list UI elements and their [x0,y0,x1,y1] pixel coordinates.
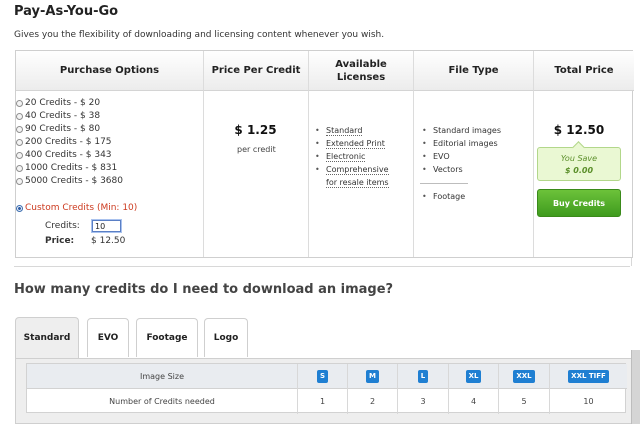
size-cell: L [398,364,449,389]
radio-selected-icon[interactable] [16,204,23,212]
file-type-item: Footage [421,190,465,203]
file-type-divider [420,183,468,184]
option-200-credits[interactable]: 200 Credits - $ 175 [16,136,112,148]
header-available-licenses-line1: Available [335,58,387,70]
size-cell: M [348,364,398,389]
page-subtitle: Gives you the flexibility of downloading… [14,30,385,40]
license-item[interactable]: Electronic [314,150,389,163]
licenses-list: Standard Extended Print Electronic Compr… [314,124,389,189]
credits-section-title: How many credits do I need to download a… [14,282,394,297]
credits-cell: 4 [449,389,499,414]
tab-standard[interactable]: Standard [15,317,79,358]
total-price-value: $ 12.50 [553,123,605,137]
size-cell: XXL TIFF [550,364,627,389]
size-badge-xl: XL [465,370,482,383]
header-available-licenses: Available Licenses [309,51,414,91]
file-types-list: Standard images Editorial images EVO Vec… [421,124,501,176]
option-1000-credits[interactable]: 1000 Credits - $ 831 [16,162,117,174]
radio-icon[interactable] [16,177,23,185]
page-title: Pay-As-You-Go [14,4,119,19]
option-label: 20 Credits - $ 20 [25,98,101,108]
tab-panel-standard: Image Size S M L XL XXL XXL TIFF Number … [15,358,633,424]
radio-icon[interactable] [16,99,23,107]
credits-cell: 10 [583,397,594,406]
tab-footage[interactable]: Footage [136,318,198,357]
license-item[interactable]: Standard [314,124,389,137]
custom-price-value: $ 12.50 [91,236,126,246]
header-price-per-credit: Price Per Credit [204,51,309,91]
table-row: Image Size S M L XL XXL XXL TIFF [27,364,627,389]
option-5000-credits[interactable]: 5000 Credits - $ 3680 [16,175,123,187]
header-file-type: File Type [414,51,534,91]
custom-credits-label: Custom Credits (Min: 10) [25,203,138,213]
credits-input[interactable] [92,220,121,232]
option-90-credits[interactable]: 90 Credits - $ 80 [16,123,100,135]
file-type-item: Vectors [421,163,501,176]
price-per-credit-column [204,91,309,257]
option-40-credits[interactable]: 40 Credits - $ 38 [16,110,100,122]
option-label: 400 Credits - $ 343 [25,150,112,160]
you-save-box: You Save $ 0.00 [537,147,621,181]
tab-logo[interactable]: Logo [204,318,248,357]
table-row: Number of Credits needed 1 2 3 4 5 10 [27,389,627,414]
price-per-credit-value: $ 1.25 [234,123,277,137]
radio-icon[interactable] [16,164,23,172]
header-total-price: Total Price [534,51,634,91]
image-size-table: Image Size S M L XL XXL XXL TIFF Number … [26,363,627,414]
file-type-item: Editorial images [421,137,501,150]
price-field-label: Price: [45,236,75,246]
option-20-credits[interactable]: 20 Credits - $ 20 [16,97,100,109]
per-credit-note: per credit [237,145,276,154]
credits-cell: 1 [298,389,348,414]
radio-icon[interactable] [16,112,23,120]
radio-icon[interactable] [16,138,23,146]
edge-line [631,258,632,266]
file-types-extra-list: Footage [421,190,465,203]
option-label: 40 Credits - $ 38 [25,111,101,121]
header-available-licenses-line2: Licenses [336,71,386,83]
size-cell: XL [449,364,499,389]
size-cell: S [298,364,348,389]
credits-field-label: Credits: [45,221,80,231]
tab-evo[interactable]: EVO [87,318,129,357]
row-label-credits-needed: Number of Credits needed [27,389,298,414]
you-save-value: $ 0.00 [564,166,594,175]
header-purchase-options: Purchase Options [16,51,204,91]
option-label: 200 Credits - $ 175 [25,137,112,147]
option-label: 1000 Credits - $ 831 [25,163,118,173]
radio-icon[interactable] [16,151,23,159]
size-badge-l: L [417,370,429,383]
row-label-image-size: Image Size [27,364,298,389]
option-400-credits[interactable]: 400 Credits - $ 343 [16,149,112,161]
credits-tabs: Standard EVO Footage Logo Image Size S M… [15,315,633,424]
page-scrollbar[interactable] [631,350,640,424]
section-divider [14,266,630,267]
size-cell: XXL [499,364,550,389]
option-label: 5000 Credits - $ 3680 [25,176,123,186]
option-custom-credits[interactable]: Custom Credits (Min: 10) [16,202,137,214]
you-save-label: You Save [560,154,598,163]
size-badge-xxl: XXL [513,370,535,383]
license-item[interactable]: Extended Print [314,137,389,150]
option-label: 90 Credits - $ 80 [25,124,101,134]
buy-credits-button[interactable]: Buy Credits [537,189,621,217]
license-item[interactable]: Comprehensivefor resale items [314,163,389,189]
credits-cell: 5 [499,389,550,414]
file-type-item: Standard images [421,124,501,137]
size-badge-m: M [366,370,379,383]
radio-icon[interactable] [16,125,23,133]
credits-cell: 2 [348,389,398,414]
credits-cell: 3 [398,389,449,414]
size-badge-xxl-tiff: XXL TIFF [568,370,609,383]
file-type-item: EVO [421,150,501,163]
size-badge-s: S [316,370,329,383]
